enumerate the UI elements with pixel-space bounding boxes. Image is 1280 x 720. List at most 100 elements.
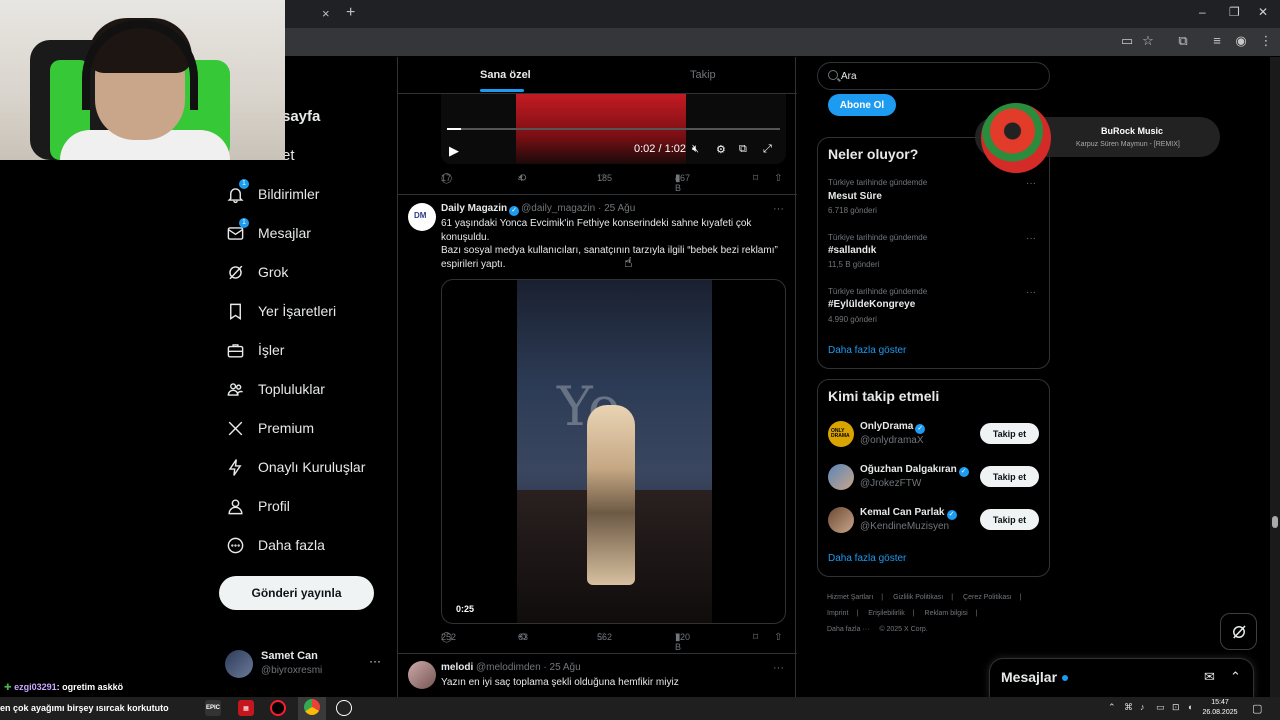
- avatar[interactable]: [828, 464, 854, 490]
- footer-link[interactable]: Hizmet Şartları: [827, 594, 873, 601]
- network-icon[interactable]: ⊡: [1172, 702, 1180, 713]
- browser-menu-icon[interactable]: ⋮: [1258, 33, 1274, 49]
- browser-tab[interactable]: [285, 2, 345, 28]
- notification-center-icon[interactable]: ▢: [1252, 702, 1262, 715]
- fullscreen-icon[interactable]: ⤢: [763, 143, 772, 156]
- verified-icon: ✓: [958, 467, 969, 477]
- share-icon: ⇧: [774, 173, 783, 184]
- compose-message-icon[interactable]: ✉: [1204, 669, 1215, 685]
- opera-icon[interactable]: [270, 700, 286, 716]
- microphone-icon[interactable]: ♪: [1140, 702, 1145, 712]
- trend-name[interactable]: #sallandık: [828, 245, 876, 256]
- trend-count: 6.718 gönderi: [828, 206, 877, 215]
- trend-name[interactable]: #EylüldeKongreye: [828, 299, 915, 310]
- epic-games-icon[interactable]: EPIC: [205, 700, 221, 716]
- footer-link[interactable]: Gizlilik Politikası: [893, 594, 943, 601]
- footer-link[interactable]: Imprint: [827, 610, 848, 617]
- play-icon[interactable]: ▶: [449, 143, 459, 159]
- follow-button[interactable]: Takip et: [980, 423, 1039, 444]
- stream-chat-message: en çok ayağımı birşey ısırcak korkututo: [0, 703, 169, 713]
- more-icon[interactable]: ···: [773, 662, 784, 674]
- scrollbar-thumb[interactable]: [1272, 516, 1278, 528]
- nav-item-grok[interactable]: Grok: [225, 257, 288, 287]
- taskbar-clock[interactable]: 15:47 26.08.2025: [1200, 698, 1240, 718]
- avatar[interactable]: [408, 661, 436, 689]
- nav-home-partial[interactable]: sayfa: [282, 101, 320, 131]
- restore-button[interactable]: ❐: [1229, 5, 1240, 19]
- mute-icon[interactable]: 🔇︎: [692, 143, 699, 156]
- post-date[interactable]: · 25 Ağu: [543, 662, 580, 673]
- volume-icon[interactable]: ◖: [1187, 702, 1192, 712]
- more-icon[interactable]: ···: [369, 654, 381, 668]
- nav-item-notifications[interactable]: 1 Bildirimler: [225, 179, 319, 209]
- tray-app-icon[interactable]: ⌘: [1124, 702, 1133, 713]
- cast-icon[interactable]: ▭: [1119, 33, 1135, 49]
- author-name[interactable]: Daily Magazin: [441, 203, 507, 214]
- tab-for-you[interactable]: Sana özel: [480, 69, 531, 81]
- follow-button[interactable]: Takip et: [980, 509, 1039, 530]
- settings-icon[interactable]: ⚙: [716, 143, 726, 156]
- tray-chevron-icon[interactable]: ⌃: [1108, 702, 1116, 713]
- trend-name[interactable]: Mesut Süre: [828, 191, 882, 202]
- nav-item-communities[interactable]: Topluluklar: [225, 374, 325, 404]
- follow-button[interactable]: Takip et: [980, 466, 1039, 487]
- media-control-icon[interactable]: ≡: [1209, 33, 1225, 49]
- display-icon[interactable]: ▭: [1156, 702, 1165, 713]
- nav-item-bookmarks[interactable]: Yer İşaretleri: [225, 296, 336, 326]
- post-button[interactable]: Gönderi yayınla: [219, 576, 374, 610]
- footer-link[interactable]: Çerez Politikası: [963, 594, 1012, 601]
- avatar[interactable]: ONLY DRAMA: [828, 421, 854, 447]
- suggested-user-handle: @KendineMuzisyen: [860, 521, 950, 532]
- video-player[interactable]: Yo 0:25: [441, 279, 786, 624]
- avatar[interactable]: [828, 507, 854, 533]
- search-input[interactable]: Ara: [817, 62, 1050, 90]
- search-placeholder: Ara: [841, 71, 857, 82]
- close-window-button[interactable]: ✕: [1258, 5, 1268, 19]
- suggested-user-name[interactable]: Oğuzhan Dalgakıran ✓: [860, 464, 971, 477]
- bell-icon: 1: [225, 179, 249, 204]
- subscribe-button[interactable]: Abone Ol: [828, 94, 896, 116]
- more-icon[interactable]: ···: [1026, 178, 1036, 189]
- post-date[interactable]: · 25 Ağu: [598, 203, 635, 214]
- pip-icon[interactable]: ⧉: [739, 143, 747, 156]
- footer-link[interactable]: Daha fazla ···: [827, 626, 869, 633]
- chat-text: : ogretim askkö: [56, 682, 124, 692]
- new-tab-button[interactable]: +: [346, 4, 355, 22]
- video-progress-track[interactable]: [447, 128, 780, 130]
- more-icon[interactable]: ···: [773, 203, 784, 215]
- expand-drawer-icon[interactable]: ⌃: [1230, 669, 1241, 685]
- app-icon[interactable]: ▦: [238, 700, 254, 716]
- bookmark-star-icon[interactable]: ☆: [1140, 33, 1156, 49]
- nav-item-messages[interactable]: 1 Mesajlar: [225, 218, 311, 248]
- avatar[interactable]: DM: [408, 203, 436, 231]
- chrome-icon[interactable]: [304, 699, 320, 715]
- footer-link[interactable]: Erişilebilirlik: [868, 610, 905, 617]
- profile-icon[interactable]: ◉: [1233, 33, 1249, 49]
- nav-item-profile[interactable]: Profil: [225, 491, 290, 521]
- suggested-user-name[interactable]: Kemal Can Parlak ✓: [860, 507, 959, 520]
- video-player[interactable]: ▶ 0:02 / 1:02 🔇︎ ⚙ ⧉ ⤢: [441, 94, 786, 164]
- show-more-follow-link[interactable]: Daha fazla göster: [828, 553, 906, 564]
- extensions-icon[interactable]: ⧉: [1175, 33, 1191, 49]
- show-more-trends-link[interactable]: Daha fazla göster: [828, 345, 906, 356]
- account-switcher[interactable]: Samet Can @biyroxresmi ···: [225, 648, 385, 680]
- nav-label: Mesajlar: [258, 225, 311, 241]
- suggested-user-name[interactable]: OnlyDrama ✓: [860, 421, 927, 434]
- author-name[interactable]: melodi: [441, 662, 473, 673]
- author-handle[interactable]: @melodimden: [476, 662, 541, 673]
- grok-floating-button[interactable]: [1220, 613, 1257, 650]
- tab-following[interactable]: Takip: [690, 69, 716, 81]
- nav-item-premium[interactable]: Premium: [225, 413, 314, 443]
- author-handle[interactable]: @daily_magazin: [521, 203, 595, 214]
- nav-item-jobs[interactable]: İşler: [225, 335, 284, 365]
- nav-item-more[interactable]: Daha fazla: [225, 530, 325, 560]
- messages-drawer[interactable]: Mesajlar ✉ ⌃: [989, 658, 1254, 698]
- minimize-button[interactable]: –: [1199, 5, 1206, 19]
- nav-item-verified-orgs[interactable]: Onaylı Kuruluşlar: [225, 452, 365, 482]
- footer-link[interactable]: Reklam bilgisi: [925, 610, 968, 617]
- obs-icon[interactable]: [336, 700, 352, 716]
- more-icon[interactable]: ···: [1026, 287, 1036, 298]
- more-icon[interactable]: ···: [1026, 233, 1036, 244]
- tab-close-button[interactable]: ×: [322, 6, 330, 21]
- page-scrollbar[interactable]: [1270, 57, 1280, 697]
